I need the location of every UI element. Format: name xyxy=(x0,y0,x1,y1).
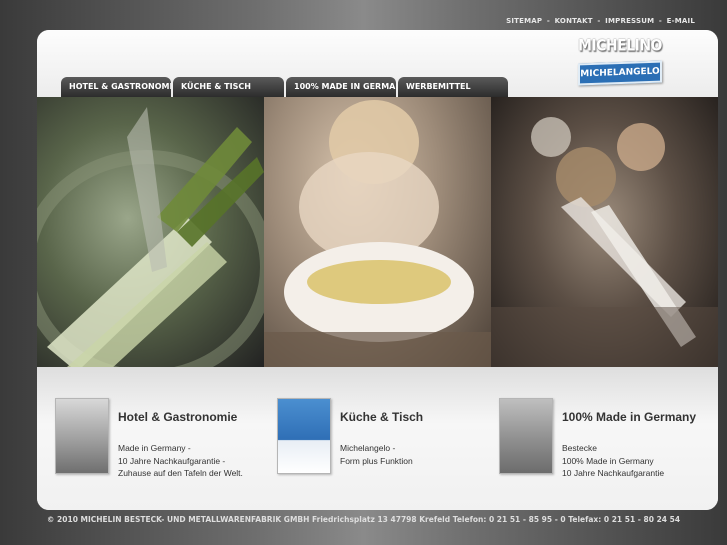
leek-illustration xyxy=(37,107,264,367)
header: MICHELINO MICHELANGELO HOTEL & GASTRONOM… xyxy=(37,30,718,97)
link-separator: - xyxy=(658,17,663,25)
catalog-thumbnail[interactable] xyxy=(499,398,553,474)
michelangelo-logo: MICHELANGELO xyxy=(578,60,662,86)
tab-kueche-tisch[interactable]: KÜCHE & TISCH xyxy=(173,77,284,97)
teaser-line: Zuhause auf den Tafeln der Welt. xyxy=(118,468,243,478)
tab-hotel-gastronomie[interactable]: HOTEL & GASTRONOMIE xyxy=(61,77,171,97)
tab-werbemittel[interactable]: WERBEMITTEL xyxy=(398,77,508,97)
content-area: Hotel & Gastronomie Made in Germany - 10… xyxy=(37,367,718,510)
tab-made-in-germany[interactable]: 100% MADE IN GERMANY xyxy=(286,77,396,97)
teaser-title[interactable]: Küche & Tisch xyxy=(340,410,423,424)
teaser-line: 100% Made in Germany xyxy=(562,455,654,466)
brand-logo[interactable]: MICHELINO MICHELANGELO xyxy=(578,36,662,86)
teaser-line: Made in Germany - xyxy=(118,443,191,453)
catalog-thumbnail[interactable] xyxy=(277,398,331,474)
child-illustration xyxy=(264,100,491,367)
teaser-line: 10 Jahre Nachkaufgarantie xyxy=(562,468,665,478)
top-links: SITEMAP - KONTAKT - IMPRESSUM - E-MAIL xyxy=(506,17,695,25)
page-frame: MICHELINO MICHELANGELO HOTEL & GASTRONOM… xyxy=(37,30,718,510)
teaser-text: Michelangelo - Form plus Funktion xyxy=(340,442,413,467)
hero-image-child xyxy=(264,97,491,367)
teaser-line: Michelangelo - xyxy=(340,443,396,453)
catalog-thumbnail[interactable] xyxy=(55,398,109,474)
kontakt-link[interactable]: KONTAKT xyxy=(555,17,593,25)
footer: © 2010 MICHELIN BESTECK- UND METALLWAREN… xyxy=(46,515,681,524)
email-link[interactable]: E-MAIL xyxy=(667,17,695,25)
hero-banner xyxy=(37,97,718,367)
teaser-line: 10 Jahre Nachkaufgarantie - xyxy=(118,455,226,466)
teaser-title[interactable]: 100% Made in Germany xyxy=(562,410,696,424)
teaser-text: Bestecke 100% Made in Germany 10 Jahre N… xyxy=(562,442,664,480)
teaser-text: Made in Germany - 10 Jahre Nachkaufgaran… xyxy=(118,442,243,480)
hero-image-flowers xyxy=(491,97,718,367)
link-separator: - xyxy=(546,17,550,25)
hero-image-leeks xyxy=(37,97,264,367)
impressum-link[interactable]: IMPRESSUM xyxy=(605,17,654,25)
flowers-illustration xyxy=(491,117,718,367)
michelino-logo: MICHELINO xyxy=(578,36,662,56)
link-separator: - xyxy=(597,17,601,25)
sitemap-link[interactable]: SITEMAP xyxy=(506,17,542,25)
teaser-title[interactable]: Hotel & Gastronomie xyxy=(118,410,237,424)
teaser-line: Bestecke xyxy=(562,443,597,453)
teaser-line: Form plus Funktion xyxy=(340,455,413,466)
main-nav: HOTEL & GASTRONOMIE KÜCHE & TISCH 100% M… xyxy=(61,77,510,97)
